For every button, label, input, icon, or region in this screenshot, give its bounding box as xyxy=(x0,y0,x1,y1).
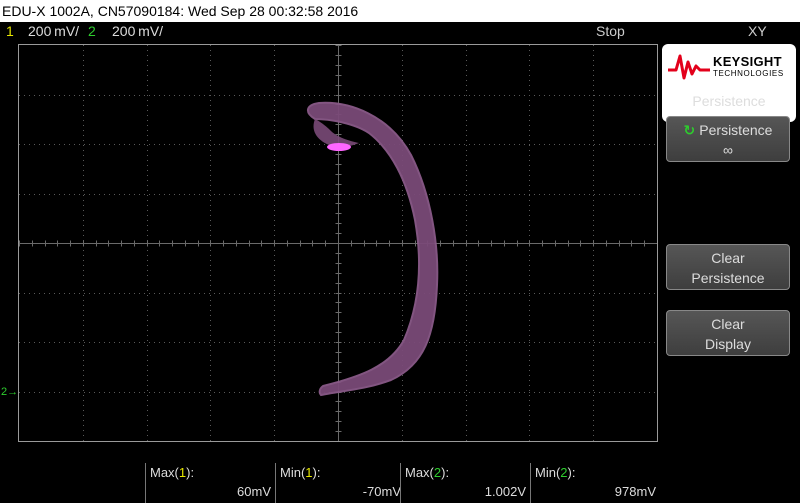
title-bar: EDU-X 1002A, CN57090184: Wed Sep 28 00:3… xyxy=(0,0,800,22)
measurement-label: Min(2): xyxy=(535,465,576,480)
measurement-value: 60mV xyxy=(237,484,271,499)
measurement-value: 978mV xyxy=(614,484,656,499)
measurement-min-ch2[interactable]: Min(2): 978mV xyxy=(530,463,660,503)
clear-display-line1: Clear xyxy=(711,316,745,332)
title-text: EDU-X 1002A, CN57090184: Wed Sep 28 00:3… xyxy=(2,3,359,19)
brand-name: KEYSIGHT xyxy=(713,54,782,69)
waveform-display[interactable] xyxy=(18,44,658,442)
persistence-softkey-label: Persistence xyxy=(699,122,773,138)
ch2-scale[interactable]: 200 mV/ xyxy=(112,22,163,41)
menu-title: Persistence xyxy=(692,93,766,109)
measurement-max-ch1[interactable]: Max(1): 60mV xyxy=(145,463,275,503)
graticule xyxy=(19,45,657,441)
measurement-label: Max(2): xyxy=(405,465,450,480)
clear-display-line2: Display xyxy=(705,336,751,352)
run-state: Stop xyxy=(596,23,625,39)
persistence-softkey-line1: ↻ Persistence xyxy=(667,117,789,140)
ch1-scale[interactable]: 200 mV/ xyxy=(28,22,79,41)
measurement-bar: Max(1): 60mV Min(1): -70mV Max(2): 1.002… xyxy=(0,463,660,503)
persistence-softkey[interactable]: ↻ Persistence ∞ xyxy=(666,116,790,162)
ch2-number[interactable]: 2 xyxy=(88,22,96,41)
softkey-panel: KEYSIGHT TECHNOLOGIES Persistence ↻ Persi… xyxy=(658,41,800,503)
measurement-value: 1.002V xyxy=(484,484,526,499)
ch2-ground-marker-label: 2 xyxy=(1,386,8,398)
trace-hotspot xyxy=(327,143,351,151)
measurement-value: -70mV xyxy=(362,484,401,499)
ch1-number[interactable]: 1 xyxy=(6,22,14,41)
measurement-max-ch2[interactable]: Max(2): 1.002V xyxy=(400,463,530,503)
keysight-wave-icon xyxy=(668,54,710,80)
entry-knob-icon: ↻ xyxy=(683,122,696,138)
channel-bar: 1 200 mV/ 2 200 mV/ Stop XY xyxy=(0,22,800,41)
persistence-softkey-value: ∞ xyxy=(723,142,733,158)
measurement-label: Min(1): xyxy=(280,465,321,480)
measurement-label: Max(1): xyxy=(150,465,195,480)
clear-persistence-line2: Persistence xyxy=(691,270,765,286)
brand-subtitle: TECHNOLOGIES xyxy=(713,69,784,78)
measurement-min-ch1[interactable]: Min(1): -70mV xyxy=(275,463,405,503)
mode-label: XY xyxy=(748,23,767,39)
ch2-ground-marker: 2→ xyxy=(1,386,19,398)
clear-persistence-softkey[interactable]: Clear Persistence xyxy=(666,244,790,290)
clear-persistence-line1: Clear xyxy=(711,250,745,266)
clear-display-softkey[interactable]: Clear Display xyxy=(666,310,790,356)
